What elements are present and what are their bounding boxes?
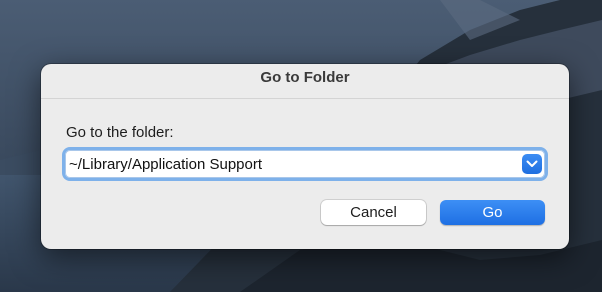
recent-folders-dropdown-button[interactable] (522, 154, 542, 174)
cancel-button[interactable]: Cancel (321, 200, 426, 225)
go-button[interactable]: Go (440, 200, 545, 225)
go-to-folder-dialog: Go to Folder Go to the folder: Cancel Go (41, 64, 569, 249)
folder-path-field[interactable] (65, 150, 545, 178)
folder-prompt-label: Go to the folder: (66, 124, 174, 141)
chevron-down-icon (526, 160, 538, 167)
dialog-title: Go to Folder (260, 69, 350, 86)
title-divider (41, 98, 569, 99)
folder-path-input[interactable] (69, 154, 517, 174)
